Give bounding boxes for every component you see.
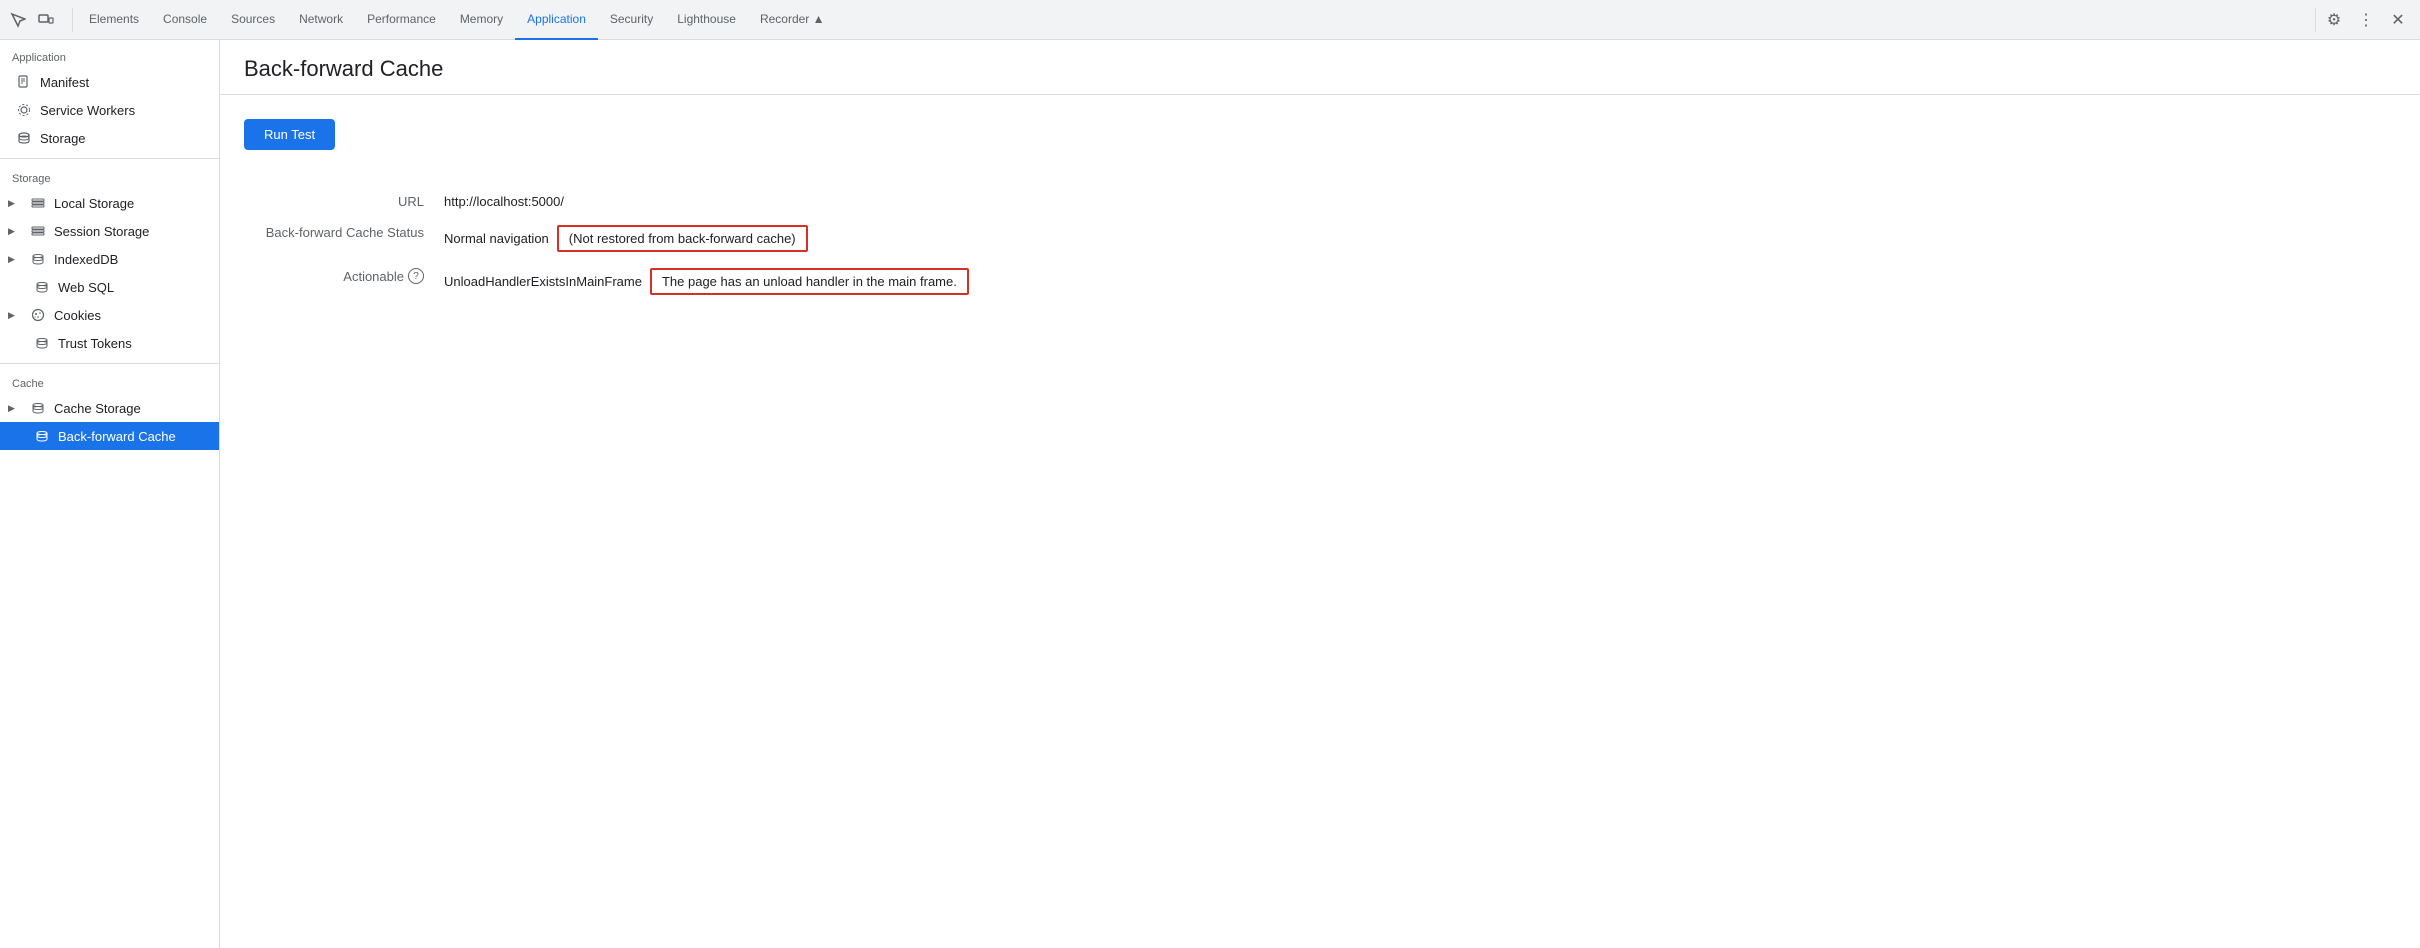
- actionable-label-text: Actionable: [343, 269, 404, 284]
- cookies-expand-icon: ▶: [8, 310, 20, 321]
- help-icon[interactable]: ?: [408, 268, 424, 284]
- actionable-label: Actionable ?: [244, 260, 444, 303]
- device-toggle-icon[interactable]: [36, 10, 56, 30]
- cookies-icon: [30, 308, 46, 322]
- service-workers-icon: [16, 103, 32, 117]
- indexeddb-icon: [30, 253, 46, 265]
- tab-elements[interactable]: Elements: [77, 0, 151, 40]
- url-label: URL: [244, 186, 444, 217]
- sidebar-web-sql-label: Web SQL: [58, 280, 114, 295]
- cache-status-label: Back-forward Cache Status: [244, 217, 444, 260]
- sidebar-item-back-forward-cache[interactable]: Back-forward Cache: [0, 422, 219, 450]
- sidebar-manifest-label: Manifest: [40, 75, 89, 90]
- sidebar-item-local-storage[interactable]: ▶ Local Storage: [0, 189, 219, 217]
- toolbar-icon-group: [8, 10, 56, 30]
- toolbar-divider-1: [72, 8, 73, 32]
- content-header: Back-forward Cache: [220, 40, 2420, 95]
- content-body: Run Test URL http://localhost:5000/ Back…: [220, 95, 2420, 327]
- sidebar-section-storage: Storage: [0, 165, 219, 189]
- cache-storage-icon: [30, 402, 46, 414]
- tab-console[interactable]: Console: [151, 0, 219, 40]
- sidebar-item-storage[interactable]: Storage: [0, 124, 219, 152]
- tab-sources[interactable]: Sources: [219, 0, 287, 40]
- actionable-code: UnloadHandlerExistsInMainFrame: [444, 274, 642, 289]
- content-area: Back-forward Cache Run Test URL http://l…: [220, 40, 2420, 948]
- trust-tokens-icon: [34, 337, 50, 349]
- sidebar-section-cache: Cache: [0, 370, 219, 394]
- cache-status-value: Normal navigation (Not restored from bac…: [444, 217, 2396, 260]
- sidebar: Application Manifest Service Workers: [0, 40, 220, 948]
- sidebar-cache-storage-label: Cache Storage: [54, 401, 141, 416]
- sidebar-section-application: Application: [0, 48, 219, 68]
- sidebar-item-manifest[interactable]: Manifest: [0, 68, 219, 96]
- storage-icon: [16, 131, 32, 145]
- inspect-icon[interactable]: [8, 10, 28, 30]
- devtools-toolbar: Elements Console Sources Network Perform…: [0, 0, 2420, 40]
- sidebar-item-session-storage[interactable]: ▶ Session Storage: [0, 217, 219, 245]
- sidebar-back-forward-cache-label: Back-forward Cache: [58, 429, 176, 444]
- toolbar-divider-2: [2315, 8, 2316, 32]
- local-storage-icon: [30, 198, 46, 208]
- sidebar-storage-label: Storage: [40, 131, 86, 146]
- sidebar-session-storage-label: Session Storage: [54, 224, 149, 239]
- run-test-button[interactable]: Run Test: [244, 119, 335, 150]
- sidebar-item-web-sql[interactable]: Web SQL: [0, 273, 219, 301]
- web-sql-icon: [34, 281, 50, 293]
- tab-memory[interactable]: Memory: [448, 0, 515, 40]
- tab-recorder[interactable]: Recorder ▲: [748, 0, 837, 40]
- sidebar-divider-2: [0, 363, 219, 364]
- manifest-icon: [16, 75, 32, 89]
- sidebar-trust-tokens-label: Trust Tokens: [58, 336, 132, 351]
- actionable-highlight: The page has an unload handler in the ma…: [650, 268, 969, 295]
- sidebar-item-service-workers[interactable]: Service Workers: [0, 96, 219, 124]
- cache-status-text: Normal navigation: [444, 231, 549, 246]
- tab-application[interactable]: Application: [515, 0, 598, 40]
- sidebar-item-indexeddb[interactable]: ▶ IndexedDB: [0, 245, 219, 273]
- sidebar-local-storage-label: Local Storage: [54, 196, 134, 211]
- page-title: Back-forward Cache: [244, 56, 2396, 82]
- sidebar-service-workers-label: Service Workers: [40, 103, 135, 118]
- close-icon[interactable]: ✕: [2384, 6, 2412, 34]
- session-storage-expand-icon: ▶: [8, 226, 20, 237]
- main-layout: Application Manifest Service Workers: [0, 40, 2420, 948]
- session-storage-icon: [30, 226, 46, 236]
- back-forward-cache-icon: [34, 430, 50, 442]
- cache-storage-expand-icon: ▶: [8, 403, 20, 414]
- cache-status-highlight: (Not restored from back-forward cache): [557, 225, 808, 252]
- sidebar-indexeddb-label: IndexedDB: [54, 252, 118, 267]
- sidebar-cookies-label: Cookies: [54, 308, 101, 323]
- tab-lighthouse[interactable]: Lighthouse: [665, 0, 748, 40]
- sidebar-item-trust-tokens[interactable]: Trust Tokens: [0, 329, 219, 357]
- settings-icon[interactable]: ⚙: [2320, 6, 2348, 34]
- tab-security[interactable]: Security: [598, 0, 665, 40]
- local-storage-expand-icon: ▶: [8, 198, 20, 209]
- url-value: http://localhost:5000/: [444, 186, 2396, 217]
- sidebar-item-cookies[interactable]: ▶ Cookies: [0, 301, 219, 329]
- tab-network[interactable]: Network: [287, 0, 355, 40]
- toolbar-actions: ⚙ ⋮ ✕: [2320, 6, 2412, 34]
- indexeddb-expand-icon: ▶: [8, 254, 20, 265]
- sidebar-divider-1: [0, 158, 219, 159]
- tab-performance[interactable]: Performance: [355, 0, 448, 40]
- more-options-icon[interactable]: ⋮: [2352, 6, 2380, 34]
- sidebar-item-cache-storage[interactable]: ▶ Cache Storage: [0, 394, 219, 422]
- tab-bar: Elements Console Sources Network Perform…: [77, 0, 2311, 40]
- actionable-value: UnloadHandlerExistsInMainFrame The page …: [444, 260, 2396, 303]
- info-grid: URL http://localhost:5000/ Back-forward …: [244, 186, 2396, 303]
